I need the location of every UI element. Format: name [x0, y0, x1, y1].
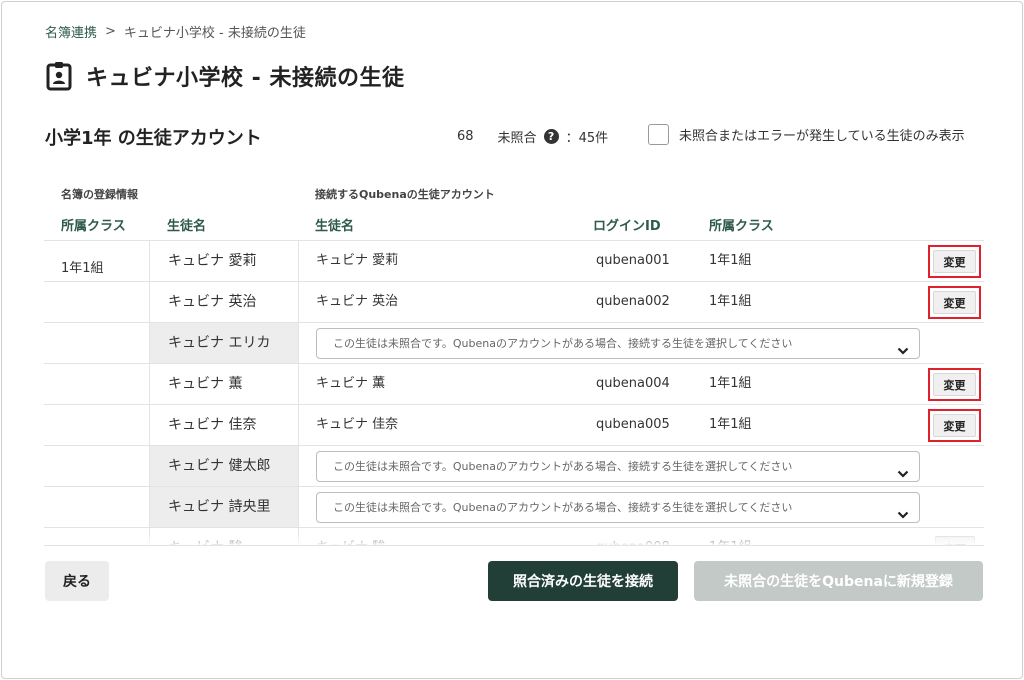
student-select-dropdown[interactable]: この生徒は未照合です。Qubenaのアカウントがある場合、接続する生徒を選択して…: [316, 328, 920, 359]
qubena-student-name: キュビナ 英治: [316, 294, 399, 309]
connect-matched-button[interactable]: 照合済みの生徒を接続: [488, 561, 678, 601]
student-name: キュビナ 愛莉: [149, 241, 299, 282]
col-header-class: 所属クラス: [61, 219, 126, 234]
qubena-class: 1年1組: [709, 376, 752, 391]
qubena-class: 1年1組: [709, 417, 752, 432]
unmatched-label: 未照合: [497, 131, 537, 146]
qubena-student-name: キュビナ 愛莉: [316, 253, 399, 268]
change-button-highlight: 変更: [928, 245, 981, 278]
qubena-class: 1年1組: [709, 253, 752, 268]
breadcrumb: 名簿連携 > キュビナ小学校 - 未接続の生徒: [45, 22, 306, 41]
student-name: キュビナ 健太郎: [149, 446, 299, 487]
login-id: qubena005: [596, 417, 670, 432]
col-header-q-student-name: 生徒名: [315, 219, 355, 234]
group-label-qubena: 接続するQubenaの生徒アカウント: [315, 188, 495, 201]
scroll-fade: [44, 532, 984, 546]
change-button-highlight: 変更: [928, 368, 981, 401]
col-header-student-name: 生徒名: [167, 219, 207, 234]
student-name: キュビナ 薫: [149, 364, 299, 405]
table-row: キュビナ 健太郎 この生徒は未照合です。Qubenaのアカウントがある場合、接続…: [44, 445, 984, 487]
unmatched-count: ：45件: [565, 131, 609, 146]
breadcrumb-separator: >: [105, 24, 116, 39]
back-button[interactable]: 戻る: [45, 561, 109, 601]
table-row: キュビナ 佳奈 キュビナ 佳奈 qubena005 1年1組 変更: [44, 404, 984, 446]
change-button[interactable]: 変更: [933, 291, 976, 314]
change-button-highlight: 変更: [928, 286, 981, 319]
page-title: キュビナ小学校 - 未接続の生徒: [86, 66, 405, 91]
login-id: qubena004: [596, 376, 670, 391]
filter-label: 未照合またはエラーが発生している生徒のみ表示: [679, 129, 965, 144]
table-row: キュビナ 薫 キュビナ 薫 qubena004 1年1組 変更: [44, 363, 984, 405]
student-select-dropdown[interactable]: この生徒は未照合です。Qubenaのアカウントがある場合、接続する生徒を選択して…: [316, 451, 920, 482]
help-icon[interactable]: ?: [543, 129, 559, 144]
footer-divider: [44, 545, 984, 546]
qubena-student-name: キュビナ 薫: [316, 376, 386, 391]
change-button[interactable]: 変更: [933, 250, 976, 273]
chevron-down-icon: [897, 338, 909, 355]
select-placeholder: この生徒は未照合です。Qubenaのアカウントがある場合、接続する生徒を選択して…: [333, 337, 793, 350]
table-row: キュビナ エリカ この生徒は未照合です。Qubenaのアカウントがある場合、接続…: [44, 322, 984, 364]
student-name: キュビナ 英治: [149, 282, 299, 323]
title-row: キュビナ小学校 - 未接続の生徒: [46, 60, 404, 92]
register-unmatched-button[interactable]: 未照合の生徒をQubenaに新規登録: [694, 561, 983, 601]
total-count: 68: [457, 129, 474, 144]
table-row: キュビナ 愛莉 キュビナ 愛莉 qubena001 1年1組 変更: [44, 240, 984, 282]
chevron-down-icon: [897, 502, 909, 519]
student-name: キュビナ 詩央里: [149, 487, 299, 528]
group-label-roster: 名簿の登録情報: [61, 188, 138, 201]
student-name: キュビナ エリカ: [149, 323, 299, 364]
filter-checkbox[interactable]: [648, 124, 669, 145]
filter-unmatched-toggle[interactable]: 未照合またはエラーが発生している生徒のみ表示: [648, 124, 965, 145]
col-header-login-id: ログインID: [593, 219, 661, 234]
student-select-dropdown[interactable]: この生徒は未照合です。Qubenaのアカウントがある場合、接続する生徒を選択して…: [316, 492, 920, 523]
login-id: qubena002: [596, 294, 670, 309]
select-placeholder: この生徒は未照合です。Qubenaのアカウントがある場合、接続する生徒を選択して…: [333, 460, 793, 473]
student-name: キュビナ 佳奈: [149, 405, 299, 446]
id-badge-icon: [46, 61, 72, 91]
table-row: キュビナ 英治 キュビナ 英治 qubena002 1年1組 変更: [44, 281, 984, 323]
change-button[interactable]: 変更: [933, 414, 976, 437]
student-table[interactable]: 1年1組 キュビナ 愛莉 キュビナ 愛莉 qubena001 1年1組 変更 キ…: [44, 240, 984, 545]
breadcrumb-link-roster[interactable]: 名簿連携: [45, 22, 97, 41]
table-row: キュビナ 詩央里 この生徒は未照合です。Qubenaのアカウントがある場合、接続…: [44, 486, 984, 528]
breadcrumb-current: キュビナ小学校 - 未接続の生徒: [123, 26, 306, 41]
qubena-student-name: キュビナ 佳奈: [316, 417, 399, 432]
change-button[interactable]: 変更: [933, 373, 976, 396]
app-window: 名簿連携 > キュビナ小学校 - 未接続の生徒 キュビナ小学校 - 未接続の生徒…: [1, 1, 1023, 679]
chevron-down-icon: [897, 461, 909, 478]
login-id: qubena001: [596, 253, 670, 268]
student-stats: 68 未照合 ? ：45件: [457, 127, 608, 146]
qubena-class: 1年1組: [709, 294, 752, 309]
select-placeholder: この生徒は未照合です。Qubenaのアカウントがある場合、接続する生徒を選択して…: [333, 501, 793, 514]
section-title: 小学1年 の生徒アカウント: [45, 128, 262, 149]
col-header-q-class: 所属クラス: [709, 219, 774, 234]
change-button-highlight: 変更: [928, 409, 981, 442]
